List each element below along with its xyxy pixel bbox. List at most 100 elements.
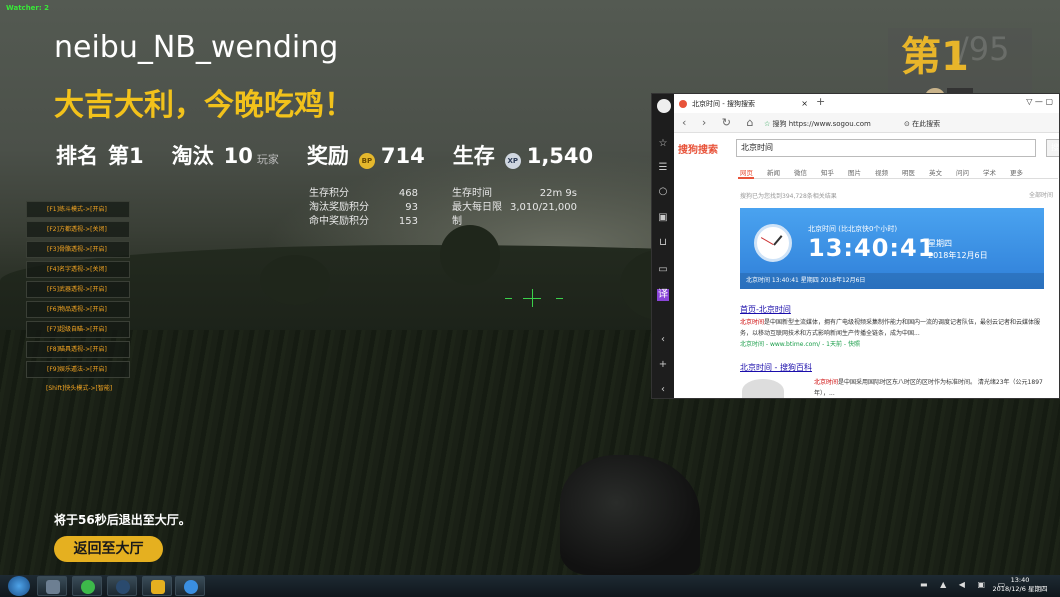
- tab-zhihu[interactable]: 知乎: [821, 169, 834, 177]
- sogou-logo: 搜狗搜索: [678, 145, 718, 156]
- search-input[interactable]: 北京时间: [736, 139, 1036, 157]
- start-button[interactable]: [8, 576, 30, 596]
- tab-wenwen[interactable]: 问问: [956, 169, 969, 177]
- taskbar-app-steam[interactable]: [107, 576, 137, 596]
- result-description: 北京时间是中国新型主流媒体，拥有广电级视频采集制作能力和国内一流的调度记者队伍，…: [740, 319, 1041, 337]
- sogou-search-bar: 搜狗搜索 北京时间 搜: [674, 139, 1059, 159]
- player-rifle: [560, 455, 700, 575]
- result-thumbnail: [742, 379, 784, 398]
- taskbar-date: 2018/12/6 星期四: [992, 585, 1048, 593]
- nav-buttons[interactable]: ‹ › ↻ ⌂: [682, 116, 760, 129]
- browser-tab[interactable]: 北京时间 - 搜狗搜索 ×: [676, 96, 812, 112]
- tab-images[interactable]: 图片: [848, 169, 861, 177]
- score-details-left: 生存积分 468 淘汰奖励积分 93 命中奖励积分 153: [309, 187, 418, 229]
- kills-value: 10: [223, 144, 253, 168]
- search-button[interactable]: 搜: [1046, 139, 1059, 157]
- cheat-menu: [F1]练斗模式->[开启] [F2]方都透视->[关闭] [F3]骨骼透视->…: [26, 201, 130, 401]
- game-icon[interactable]: ▭: [657, 264, 669, 276]
- taskbar-time: 13:40: [1010, 576, 1030, 584]
- kills-label: 淘汰: [171, 144, 214, 168]
- tab-video[interactable]: 视频: [875, 169, 888, 177]
- reward-label: 奖励: [306, 144, 349, 168]
- video-icon[interactable]: ▣: [657, 212, 669, 224]
- watcher-label: Watcher: 2: [6, 4, 49, 12]
- detail-row: 生存积分 468: [309, 188, 418, 199]
- detail-row: 生存时间 22m 9s: [452, 188, 577, 199]
- tab-english[interactable]: 英文: [929, 169, 942, 177]
- search-here-field[interactable]: ⊙ 在此搜索: [904, 119, 940, 129]
- detail-row: 淘汰奖励积分 93: [309, 202, 418, 213]
- rank-value: 第1: [108, 144, 144, 168]
- time-card-footer: 北京时间 13:40:41 星期四 2018年12月6日: [740, 273, 1044, 289]
- taskbar-app-browser[interactable]: [72, 576, 102, 596]
- menu-item[interactable]: [F1]练斗模式->[开启]: [26, 201, 130, 218]
- new-tab-button[interactable]: +: [816, 95, 825, 108]
- url-field[interactable]: ☆ 搜狗 https://www.sogou.com: [764, 119, 871, 129]
- translate-icon[interactable]: 译: [657, 289, 669, 301]
- tab-underline: [738, 177, 1058, 179]
- vertical-tabs: 网页 新闻 微信 知乎 图片 视频 明医 英文 问问 学术 更多: [740, 167, 1037, 177]
- menu-item[interactable]: [Shift]快头模式->[智能]: [26, 381, 130, 398]
- sogou-favicon-icon: [679, 100, 687, 108]
- survival-label: 生存: [452, 144, 495, 168]
- time-card-weekday: 星期四: [928, 239, 952, 248]
- time-card-subtitle: 北京时间 (比北京快0个小时): [808, 225, 898, 233]
- star-icon[interactable]: ☆: [657, 138, 669, 150]
- tab-title: 北京时间 - 搜狗搜索: [692, 100, 755, 108]
- tab-more[interactable]: 更多: [1010, 169, 1023, 177]
- time-card-time: 13:40:41: [808, 234, 936, 262]
- result-description: 北京时间是中国采用国际时区东八时区的区时作为标准时间。 清光绪23年（公元189…: [814, 379, 1043, 397]
- tab-medical[interactable]: 明医: [902, 169, 915, 177]
- background-tree: [440, 225, 500, 285]
- background-tree: [260, 255, 330, 305]
- cart-icon[interactable]: ⊔: [657, 237, 669, 249]
- menu-item[interactable]: [F9]娱乐遁法->[开启]: [26, 361, 130, 378]
- tab-news[interactable]: 新闻: [767, 169, 780, 177]
- back-panel-icon[interactable]: ‹: [657, 384, 669, 396]
- exit-countdown: 将于56秒后退出至大厅。: [54, 513, 191, 527]
- bp-value: 714: [380, 144, 425, 168]
- bp-coin-icon: BP: [358, 153, 375, 169]
- tab-bar: 北京时间 - 搜狗搜索 × + ▽ — ▢: [674, 94, 1059, 113]
- menu-item[interactable]: [F4]名字透视->[关闭]: [26, 261, 130, 278]
- taskbar-app-pubg[interactable]: [142, 576, 172, 596]
- taskbar-app-sogou[interactable]: [175, 576, 205, 596]
- back-to-lobby-button[interactable]: 返回至大厅: [54, 536, 163, 562]
- menu-item[interactable]: [F3]骨骼透视->[开启]: [26, 241, 130, 258]
- beijing-time-card: 北京时间 (比北京快0个小时) 13:40:41 星期四 2018年12月6日 …: [740, 208, 1044, 289]
- collapse-icon[interactable]: ‹: [657, 334, 669, 346]
- total-players: /95: [958, 30, 1010, 68]
- tab-web[interactable]: 网页: [740, 169, 753, 177]
- close-tab-icon[interactable]: ×: [801, 96, 808, 112]
- tab-wechat[interactable]: 微信: [794, 169, 807, 177]
- taskbar-app-game[interactable]: [37, 576, 67, 596]
- time-filter[interactable]: 全部时间: [1029, 190, 1053, 199]
- xp-coin-icon: XP: [504, 153, 521, 169]
- detail-row: 最大每日限制 3,010/21,000: [452, 202, 577, 227]
- taskbar: ▬ ▲ ◀ ▣ ▭ 13:40 2018/12/6 星期四: [0, 575, 1060, 597]
- result-title[interactable]: 北京时间 - 搜狗百科: [740, 362, 812, 373]
- menu-item[interactable]: [F2]方都透视->[关闭]: [26, 221, 130, 238]
- kills-unit: 玩家: [256, 153, 279, 166]
- time-card-date: 2018年12月6日: [928, 251, 988, 260]
- player-name: neibu_NB_wending: [54, 30, 339, 65]
- detail-row: 命中奖励积分 153: [309, 216, 418, 227]
- taskbar-clock[interactable]: 13:40 2018/12/6 星期四: [990, 576, 1050, 594]
- tab-academic[interactable]: 学术: [983, 169, 996, 177]
- result-url[interactable]: 北京时间 - www.btime.com/ - 1天前 - 快照: [740, 339, 860, 348]
- clock-icon: [754, 224, 792, 262]
- menu-item[interactable]: [F6]物品透视->[开启]: [26, 301, 130, 318]
- address-bar: ‹ › ↻ ⌂ ☆ 搜狗 https://www.sogou.com ⊙ 在此搜…: [674, 113, 1059, 133]
- list-icon[interactable]: ☰: [657, 162, 669, 174]
- result-title[interactable]: 首页-北京时间: [740, 304, 791, 315]
- search-icon[interactable]: ○: [657, 186, 669, 198]
- menu-item[interactable]: [F7]超级自瞄->[开启]: [26, 321, 130, 338]
- result-count: 搜狗已为您找到394,728条相关结果: [740, 193, 837, 200]
- add-icon[interactable]: +: [657, 359, 669, 371]
- rank-label: 排名: [56, 144, 98, 168]
- xp-value: 1,540: [526, 144, 594, 168]
- avatar[interactable]: [657, 99, 671, 113]
- menu-item[interactable]: [F8]瞄具透视->[开启]: [26, 341, 130, 358]
- menu-item[interactable]: [F5]武器透视->[开启]: [26, 281, 130, 298]
- window-controls[interactable]: ▽ — ▢: [1026, 97, 1053, 106]
